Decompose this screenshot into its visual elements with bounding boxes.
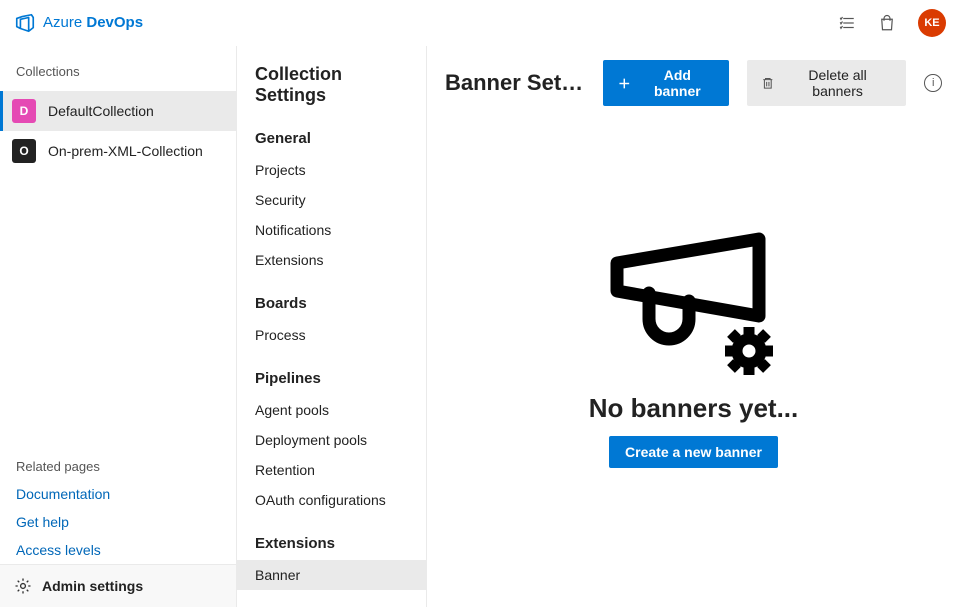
trash-icon bbox=[761, 76, 775, 90]
collection-label: DefaultCollection bbox=[48, 103, 154, 119]
page-title: Banner Sett… bbox=[445, 70, 585, 96]
admin-settings-button[interactable]: Admin settings bbox=[0, 564, 236, 607]
link-documentation[interactable]: Documentation bbox=[0, 480, 236, 508]
nav-item-process[interactable]: Process bbox=[237, 320, 426, 350]
azure-devops-logo[interactable]: Azure DevOps bbox=[14, 12, 143, 34]
nav-item-extensions[interactable]: Extensions bbox=[237, 245, 426, 275]
nav-item-oauth[interactable]: OAuth configurations bbox=[237, 485, 426, 515]
add-banner-button[interactable]: Add banner bbox=[603, 60, 729, 106]
nav-item-notifications[interactable]: Notifications bbox=[237, 215, 426, 245]
brand-text: Azure DevOps bbox=[43, 14, 143, 31]
settings-title: Collection Settings bbox=[237, 46, 426, 126]
delete-all-banners-button[interactable]: Delete all banners bbox=[747, 60, 906, 106]
create-banner-button[interactable]: Create a new banner bbox=[609, 436, 778, 468]
shopping-bag-icon[interactable] bbox=[878, 14, 896, 32]
add-banner-label: Add banner bbox=[640, 67, 716, 99]
related-pages-heading: Related pages bbox=[0, 453, 236, 480]
collection-item-onprem[interactable]: O On-prem-XML-Collection bbox=[0, 131, 236, 171]
nav-group-general: General bbox=[237, 126, 426, 155]
list-icon[interactable] bbox=[838, 14, 856, 32]
azure-devops-icon bbox=[14, 12, 36, 34]
gear-icon bbox=[14, 577, 32, 595]
collections-heading: Collections bbox=[0, 46, 236, 91]
nav-item-banner[interactable]: Banner bbox=[237, 560, 426, 590]
collection-badge: D bbox=[12, 99, 36, 123]
link-access-levels[interactable]: Access levels bbox=[0, 536, 236, 564]
nav-item-retention[interactable]: Retention bbox=[237, 455, 426, 485]
nav-group-boards: Boards bbox=[237, 291, 426, 320]
nav-group-pipelines: Pipelines bbox=[237, 366, 426, 395]
megaphone-gear-icon bbox=[599, 231, 789, 381]
nav-item-security[interactable]: Security bbox=[237, 185, 426, 215]
collection-item-default[interactable]: D DefaultCollection bbox=[0, 91, 236, 131]
plus-icon bbox=[617, 76, 632, 91]
nav-group-extensions: Extensions bbox=[237, 531, 426, 560]
nav-item-agent-pools[interactable]: Agent pools bbox=[237, 395, 426, 425]
user-avatar[interactable]: KE bbox=[918, 9, 946, 37]
collection-label: On-prem-XML-Collection bbox=[48, 143, 203, 159]
delete-all-banners-label: Delete all banners bbox=[783, 67, 893, 99]
admin-settings-label: Admin settings bbox=[42, 578, 143, 594]
info-icon[interactable]: i bbox=[924, 74, 942, 92]
collection-badge: O bbox=[12, 139, 36, 163]
empty-state-title: No banners yet... bbox=[589, 393, 799, 424]
nav-item-projects[interactable]: Projects bbox=[237, 155, 426, 185]
link-get-help[interactable]: Get help bbox=[0, 508, 236, 536]
nav-item-deployment-pools[interactable]: Deployment pools bbox=[237, 425, 426, 455]
